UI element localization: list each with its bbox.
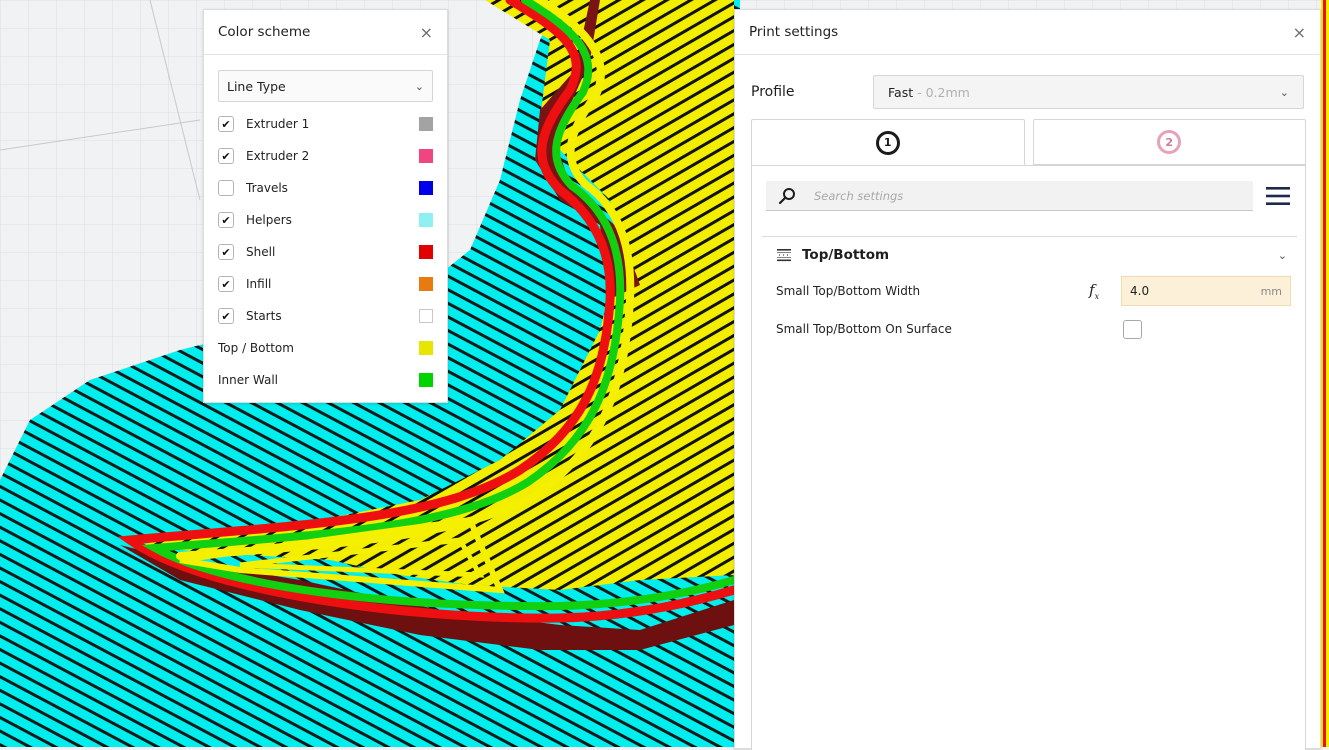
close-icon[interactable]: × [420, 23, 433, 42]
legend-label: Inner Wall [218, 373, 278, 387]
profile-detail: - 0.2mm [917, 84, 970, 100]
setting-value: 4.0 [1130, 284, 1150, 298]
menu-icon[interactable] [1265, 185, 1291, 207]
legend-checkbox[interactable]: ✔ [218, 276, 234, 292]
print-settings-panel: Print settings × Profile Fast - 0.2mm ⌄ … [734, 9, 1321, 750]
legend-item: Top / Bottom [204, 332, 447, 364]
profile-dropdown[interactable]: Fast - 0.2mm ⌄ [873, 75, 1304, 109]
legend-checkbox[interactable]: ✔ [218, 116, 234, 132]
view-type-dropdown[interactable]: Line Type ⌄ [218, 70, 433, 102]
legend-item[interactable]: ✔ Infill [204, 268, 447, 300]
legend-label: Starts [246, 309, 282, 323]
legend-item[interactable]: ✔ Extruder 1 [204, 108, 447, 140]
legend-checkbox[interactable]: ✔ [218, 212, 234, 228]
setting-small-top-bottom-width: Small Top/Bottom Width fx 4.0 mm [776, 276, 1292, 306]
legend-color-swatch [419, 181, 433, 195]
legend-item[interactable]: ✔ Helpers [204, 204, 447, 236]
legend-label: Shell [246, 245, 276, 259]
print-settings-header: Print settings × [735, 10, 1320, 55]
search-icon [778, 187, 795, 204]
legend-color-swatch [419, 117, 433, 131]
legend-item[interactable]: ✔ Starts [204, 300, 447, 332]
legend-color-swatch [419, 277, 433, 291]
legend-color-swatch [419, 341, 433, 355]
small-top-bottom-width-input[interactable]: 4.0 mm [1121, 276, 1291, 306]
legend-label: Extruder 1 [246, 117, 310, 131]
chevron-down-icon: ⌄ [414, 79, 424, 93]
legend-checkbox[interactable]: ✔ [218, 308, 234, 324]
legend-checkbox[interactable] [218, 180, 234, 196]
chevron-down-icon[interactable]: ⌄ [1278, 249, 1287, 262]
setting-label: Small Top/Bottom On Surface [776, 322, 952, 336]
profile-name: Fast [888, 84, 914, 100]
print-settings-title: Print settings [749, 24, 839, 40]
legend-color-swatch [419, 213, 433, 227]
color-scheme-panel: Color scheme × Line Type ⌄ ✔ Extruder 1 ✔ E… [203, 9, 448, 403]
setting-small-top-bottom-on-surface: Small Top/Bottom On Surface [776, 314, 1292, 344]
profile-row: Profile Fast - 0.2mm ⌄ [735, 70, 1320, 114]
tab-extruder-2[interactable]: 2 [1032, 119, 1306, 165]
function-icon[interactable]: fx [1089, 281, 1099, 301]
legend-label: Helpers [246, 213, 292, 227]
category-title: Top/Bottom [802, 247, 890, 263]
profile-label: Profile [751, 84, 795, 100]
legend-label: Travels [246, 181, 288, 195]
category-top-bottom[interactable]: Top/Bottom ⌄ [762, 236, 1297, 273]
legend-color-swatch [419, 245, 433, 259]
extruder-tabs: 1 2 [751, 119, 1306, 166]
legend-color-swatch [419, 373, 433, 387]
color-scheme-title: Color scheme [218, 24, 311, 40]
search-field[interactable] [766, 181, 1253, 211]
close-icon[interactable]: × [1293, 23, 1306, 42]
legend-label: Top / Bottom [218, 341, 294, 355]
chevron-down-icon: ⌄ [1279, 85, 1289, 99]
legend-item[interactable]: Travels [204, 172, 447, 204]
legend-color-swatch [419, 149, 433, 163]
top-bottom-icon [777, 249, 791, 262]
extruder-1-badge: 1 [875, 130, 900, 155]
legend-checkbox[interactable]: ✔ [218, 148, 234, 164]
legend-label: Infill [246, 277, 272, 291]
extruder-2-badge: 2 [1157, 130, 1182, 154]
legend-item[interactable]: ✔ Extruder 2 [204, 140, 447, 172]
on-surface-checkbox[interactable] [1123, 319, 1142, 339]
legend-checkbox[interactable]: ✔ [218, 244, 234, 260]
color-scheme-list: ✔ Extruder 1 ✔ Extruder 2 Travels ✔ Helpers ✔ Sh… [204, 108, 447, 396]
search-row [766, 180, 1291, 212]
view-type-value: Line Type [227, 78, 286, 94]
legend-label: Extruder 2 [246, 149, 310, 163]
legend-color-swatch [419, 309, 433, 323]
color-scheme-header: Color scheme × [204, 10, 447, 55]
legend-item: Inner Wall [204, 364, 447, 396]
setting-unit: mm [1260, 284, 1282, 298]
search-input[interactable] [812, 187, 1241, 204]
settings-container: Top/Bottom ⌄ Small Top/Bottom Width fx 4… [751, 165, 1306, 750]
tab-extruder-1[interactable]: 1 [751, 119, 1025, 166]
legend-item[interactable]: ✔ Shell [204, 236, 447, 268]
setting-label: Small Top/Bottom Width [776, 284, 921, 298]
